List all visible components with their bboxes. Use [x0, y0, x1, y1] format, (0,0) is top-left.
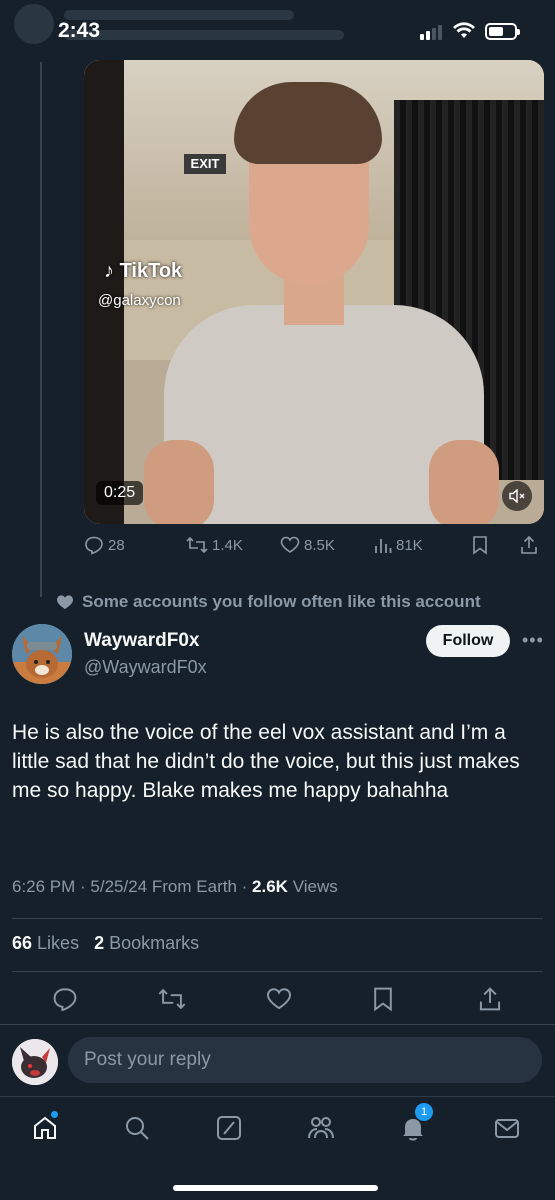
tiktok-handle: @galaxycon: [98, 292, 181, 309]
heart-filled-icon: [57, 595, 73, 610]
engagement-stats: 66 Likes 2 Bookmarks: [12, 933, 199, 954]
bookmarks-count: 2: [94, 933, 105, 953]
search-icon: [126, 1117, 149, 1140]
heart-icon: [266, 988, 292, 1010]
quoted-post-actions: 28 1.4K 8.5K 81K: [84, 535, 544, 561]
author-handle[interactable]: @WaywardF0x: [84, 657, 207, 678]
tiktok-label: TikTok: [119, 260, 183, 282]
likes-stat[interactable]: 66 Likes: [12, 933, 79, 953]
video-duration: 0:25: [96, 481, 144, 505]
quoted-bookmark-action[interactable]: [472, 535, 488, 555]
heart-icon: [280, 536, 300, 553]
communities-icon: [308, 1117, 334, 1139]
nav-search[interactable]: [120, 1111, 154, 1145]
quoted-repost-action[interactable]: 1.4K: [186, 535, 243, 555]
tweet-metadata: 6:26 PM · 5/25/24 From Earth · 2.6K View…: [12, 877, 338, 896]
home-new-indicator: [51, 1111, 58, 1118]
battery-icon: [485, 23, 520, 40]
share-icon: [479, 987, 501, 1011]
faded-avatar: [14, 4, 54, 44]
quoted-like-action[interactable]: 8.5K: [280, 535, 335, 555]
nav-notifications[interactable]: 1: [396, 1103, 433, 1145]
tiktok-watermark: ♪ TikTok: [104, 260, 183, 282]
social-context-text: Some accounts you follow often like this…: [82, 592, 481, 611]
tweet-views-label: Views: [292, 877, 338, 896]
video-person-hair: [234, 82, 382, 164]
bookmark-icon: [473, 536, 487, 555]
speaker-muted-icon: [509, 489, 525, 503]
share-button[interactable]: [478, 986, 502, 1017]
social-context: Some accounts you follow often like this…: [56, 592, 481, 612]
share-icon: [521, 535, 537, 554]
quoted-views-action[interactable]: 81K: [374, 535, 423, 555]
home-indicator-bar: [173, 1185, 378, 1191]
likes-count: 66: [12, 933, 33, 953]
video-person-arm: [144, 440, 214, 524]
likes-label: Likes: [37, 933, 80, 953]
follow-button[interactable]: Follow: [426, 625, 510, 657]
nav-communities[interactable]: [304, 1111, 338, 1145]
video-person-arm: [429, 440, 499, 524]
quoted-like-count: 8.5K: [304, 536, 335, 554]
fox-avatar-image: [12, 624, 72, 684]
bookmark-button[interactable]: [372, 986, 394, 1017]
status-time: 2:43: [58, 19, 101, 42]
divider: [12, 918, 543, 919]
quoted-reply-count: 28: [108, 536, 125, 554]
exit-sign: EXIT: [184, 154, 226, 174]
current-user-avatar[interactable]: [12, 1039, 58, 1085]
cellular-signal-icon: [420, 24, 446, 40]
like-button[interactable]: [266, 986, 292, 1017]
nav-messages[interactable]: [490, 1111, 524, 1145]
reply-button[interactable]: [52, 986, 78, 1017]
reply-composer: Post your reply: [0, 1024, 555, 1096]
tweet-source: From Earth: [151, 877, 237, 896]
tweet-text: He is also the voice of the eel vox assi…: [12, 721, 520, 802]
faded-line: [64, 30, 344, 40]
quoted-repost-count: 1.4K: [212, 536, 243, 554]
user-avatar-image: [12, 1039, 58, 1085]
tweet-date[interactable]: 5/25/24: [90, 877, 147, 896]
repost-icon: [186, 536, 208, 554]
home-icon: [34, 1116, 56, 1139]
reply-input[interactable]: Post your reply: [68, 1037, 542, 1083]
quoted-views-count: 81K: [396, 536, 423, 554]
tweet-actions: [12, 986, 543, 1016]
repost-button[interactable]: [158, 986, 186, 1017]
author-display-name[interactable]: WaywardF0x: [84, 630, 199, 652]
tweet-time[interactable]: 6:26 PM: [12, 877, 75, 896]
quoted-share-action[interactable]: [520, 535, 538, 555]
divider: [12, 971, 543, 972]
nav-home[interactable]: [28, 1111, 62, 1145]
thread-connector-line: [40, 62, 42, 597]
mute-button[interactable]: [502, 481, 532, 511]
more-options-icon[interactable]: •••: [522, 630, 544, 651]
tweet-views-count: 2.6K: [252, 877, 288, 896]
wifi-icon: [453, 22, 475, 38]
quoted-reply-action[interactable]: 28: [84, 535, 125, 555]
bookmarks-stat[interactable]: 2 Bookmarks: [94, 933, 199, 953]
bottom-navigation: 1: [0, 1096, 555, 1200]
bookmark-icon: [374, 987, 392, 1012]
status-bar: 2:43: [0, 0, 555, 62]
grok-icon: [217, 1116, 241, 1140]
reply-icon: [85, 536, 103, 555]
views-icon: [375, 539, 392, 553]
bookmarks-label: Bookmarks: [109, 933, 200, 953]
mail-icon: [495, 1119, 519, 1138]
repost-icon: [158, 988, 186, 1010]
notification-badge: 1: [415, 1103, 433, 1121]
author-avatar[interactable]: [12, 624, 72, 684]
reply-icon: [53, 988, 77, 1012]
nav-grok[interactable]: [212, 1111, 246, 1145]
video-player[interactable]: EXIT ♪ TikTok @galaxycon 0:25: [84, 60, 544, 524]
